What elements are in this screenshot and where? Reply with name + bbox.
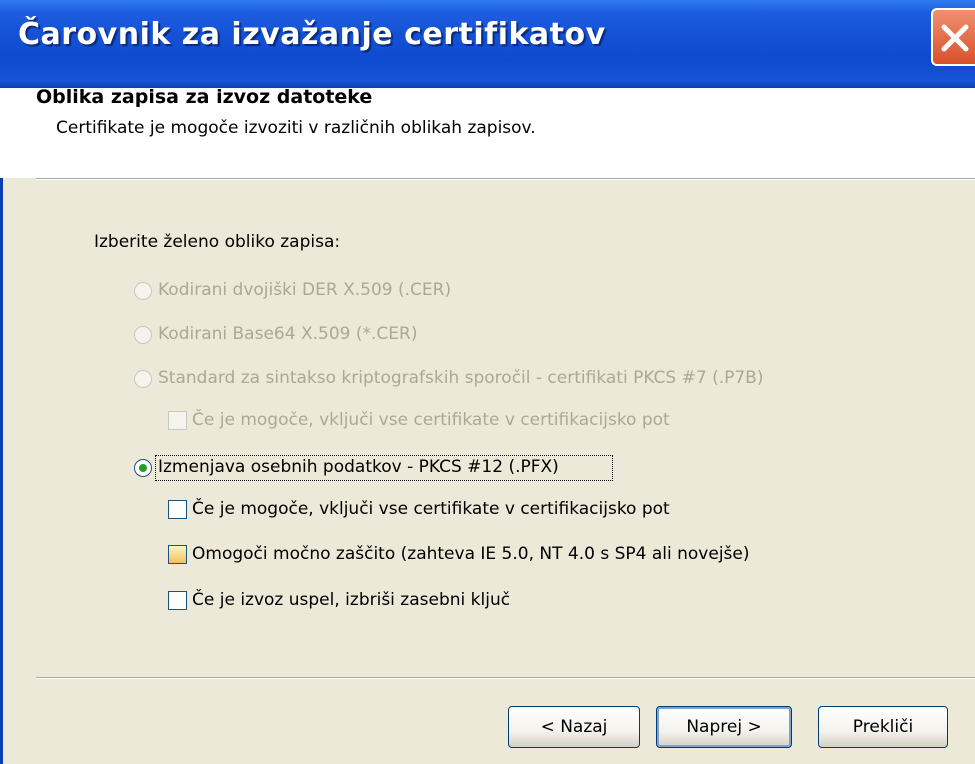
- radio-selected-dot: [139, 464, 147, 472]
- p7b-include-chain-checkbox[interactable]: [168, 411, 187, 430]
- radio-base64-cer-label: Kodirani Base64 X.509 (*.CER): [158, 324, 418, 344]
- cancel-button[interactable]: Prekliči: [818, 706, 948, 748]
- title-bar[interactable]: Čarovnik za izvažanje certifikatov: [0, 0, 975, 88]
- radio-base64-cer[interactable]: [134, 326, 152, 344]
- radio-pkcs7-p7b[interactable]: [134, 370, 152, 388]
- pfx-include-chain-label: Če je mogoče, vključi vse certifikate v …: [192, 499, 670, 519]
- radio-pkcs7-p7b-label: Standard za sintakso kriptografskih spor…: [158, 368, 764, 388]
- back-button[interactable]: < Nazaj: [508, 706, 640, 748]
- header-subtitle: Certifikate je mogoče izvoziti v različn…: [56, 118, 536, 138]
- header-title: Oblika zapisa za izvoz datoteke: [36, 86, 373, 108]
- p7b-include-chain-label: Če je mogoče, vključi vse certifikate v …: [192, 410, 670, 430]
- radio-der-cer[interactable]: [134, 282, 152, 300]
- window-border: [0, 88, 3, 764]
- close-button[interactable]: [931, 8, 975, 66]
- export-wizard-window: Čarovnik za izvažanje certifikatov Oblik…: [0, 0, 975, 764]
- window-title: Čarovnik za izvažanje certifikatov: [18, 17, 606, 52]
- delete-private-key-checkbox[interactable]: [168, 591, 187, 610]
- radio-pkcs12-pfx[interactable]: [134, 459, 152, 477]
- next-button[interactable]: Naprej >: [656, 706, 792, 748]
- delete-private-key-label: Če je izvoz uspel, izbriši zasebni ključ: [192, 590, 511, 610]
- strong-protection-label: Omogoči močno zaščito (zahteva IE 5.0, N…: [192, 544, 750, 564]
- header-separator: [36, 178, 975, 180]
- strong-protection-checkbox[interactable]: [168, 545, 187, 564]
- close-icon: [941, 24, 969, 52]
- radio-der-cer-label: Kodirani dvojiški DER X.509 (.CER): [158, 280, 452, 300]
- footer-separator: [36, 677, 975, 679]
- radio-pkcs12-pfx-label: Izmenjava osebnih podatkov - PKCS #12 (.…: [158, 457, 559, 477]
- pfx-include-chain-checkbox[interactable]: [168, 500, 187, 519]
- format-prompt: Izberite želeno obliko zapisa:: [94, 232, 341, 252]
